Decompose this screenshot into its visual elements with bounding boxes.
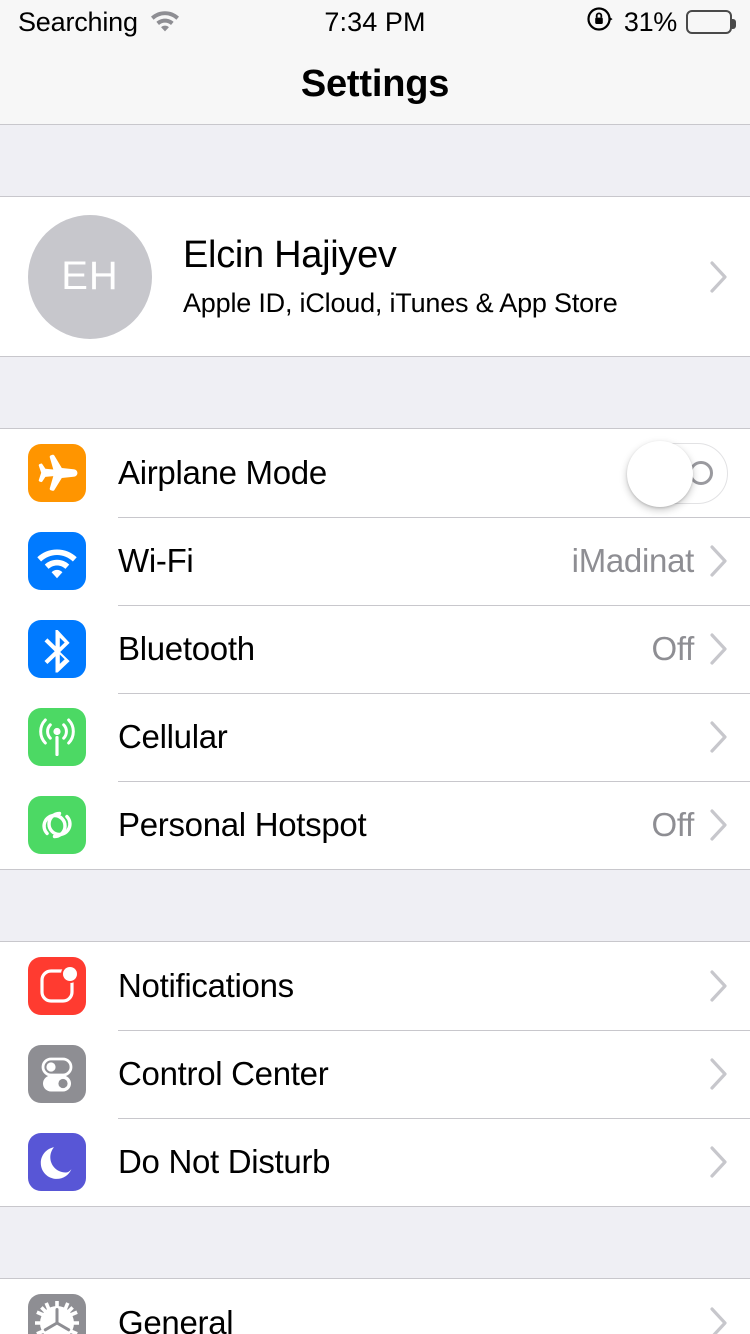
switch-knob	[627, 440, 693, 507]
chevron-right-icon	[710, 970, 728, 1002]
row-value: Off	[651, 806, 694, 843]
row-do-not-disturb[interactable]: Do Not Disturb	[0, 1118, 750, 1206]
chevron-right-icon	[710, 1307, 728, 1334]
apple-id-row[interactable]: EH Elcin Hajiyev Apple ID, iCloud, iTune…	[0, 197, 750, 356]
row-label: Bluetooth	[118, 630, 255, 667]
chevron-right-icon	[710, 1146, 728, 1178]
chevron-right-icon	[710, 809, 728, 841]
row-label: General	[118, 1304, 234, 1334]
notifications-badge-icon	[28, 957, 86, 1015]
row-label: Wi-Fi	[118, 542, 194, 579]
row-notifications[interactable]: Notifications	[0, 942, 750, 1030]
row-wifi[interactable]: Wi-Fi iMadinat	[0, 517, 750, 605]
hotspot-links-icon	[28, 796, 86, 854]
row-label: Control Center	[118, 1055, 329, 1092]
gear-icon	[28, 1294, 86, 1334]
row-label: Personal Hotspot	[118, 806, 367, 843]
airplane-icon	[28, 444, 86, 502]
row-value: Off	[651, 630, 694, 667]
wifi-icon	[28, 532, 86, 590]
chevron-right-icon	[710, 260, 728, 293]
status-bar-right: 31%	[585, 4, 736, 41]
group-alerts: Notifications Control Center Do Not Dist…	[0, 941, 750, 1207]
row-label: Airplane Mode	[118, 454, 327, 491]
avatar: EH	[28, 214, 152, 339]
section-gap-2	[0, 870, 750, 941]
group-connectivity: Airplane Mode Wi-Fi iMadinat Bluetooth O…	[0, 428, 750, 870]
row-label: Do Not Disturb	[118, 1143, 331, 1180]
row-label: Notifications	[118, 967, 294, 1004]
airplane-mode-switch[interactable]	[627, 440, 728, 507]
chevron-right-icon	[710, 545, 728, 577]
profile-text: Elcin Hajiyev Apple ID, iCloud, iTunes &…	[183, 234, 710, 319]
bluetooth-icon	[28, 620, 86, 678]
row-cellular[interactable]: Cellular	[0, 693, 750, 781]
row-personal-hotspot[interactable]: Personal Hotspot Off	[0, 781, 750, 869]
settings-screen: Searching 7:34 PM 31% Settings EH Elcin …	[0, 0, 750, 1334]
profile-subtitle: Apple ID, iCloud, iTunes & App Store	[183, 287, 618, 318]
chevron-right-icon	[710, 1058, 728, 1090]
battery-icon	[686, 10, 736, 34]
rotation-lock-icon	[585, 4, 615, 41]
status-bar: Searching 7:34 PM 31%	[0, 0, 750, 44]
row-bluetooth[interactable]: Bluetooth Off	[0, 605, 750, 693]
settings-list: EH Elcin Hajiyev Apple ID, iCloud, iTune…	[0, 125, 750, 1334]
row-general[interactable]: General	[0, 1279, 750, 1334]
row-value: iMadinat	[571, 542, 695, 579]
cellular-antenna-icon	[28, 708, 86, 766]
row-label: Cellular	[118, 718, 228, 755]
profile-group: EH Elcin Hajiyev Apple ID, iCloud, iTune…	[0, 196, 750, 357]
moon-icon	[28, 1133, 86, 1191]
row-airplane-mode[interactable]: Airplane Mode	[0, 429, 750, 517]
navigation-bar: Settings	[0, 44, 750, 125]
chevron-right-icon	[710, 633, 728, 665]
page-title: Settings	[300, 62, 450, 105]
section-gap-3	[0, 1207, 750, 1278]
control-center-toggles-icon	[28, 1045, 86, 1103]
battery-percent-label: 31%	[623, 6, 677, 37]
row-control-center[interactable]: Control Center	[0, 1030, 750, 1118]
profile-name: Elcin Hajiyev	[183, 234, 397, 277]
group-system: General	[0, 1278, 750, 1334]
chevron-right-icon	[710, 721, 728, 753]
section-gap-1	[0, 357, 750, 428]
section-gap-top	[0, 125, 750, 196]
